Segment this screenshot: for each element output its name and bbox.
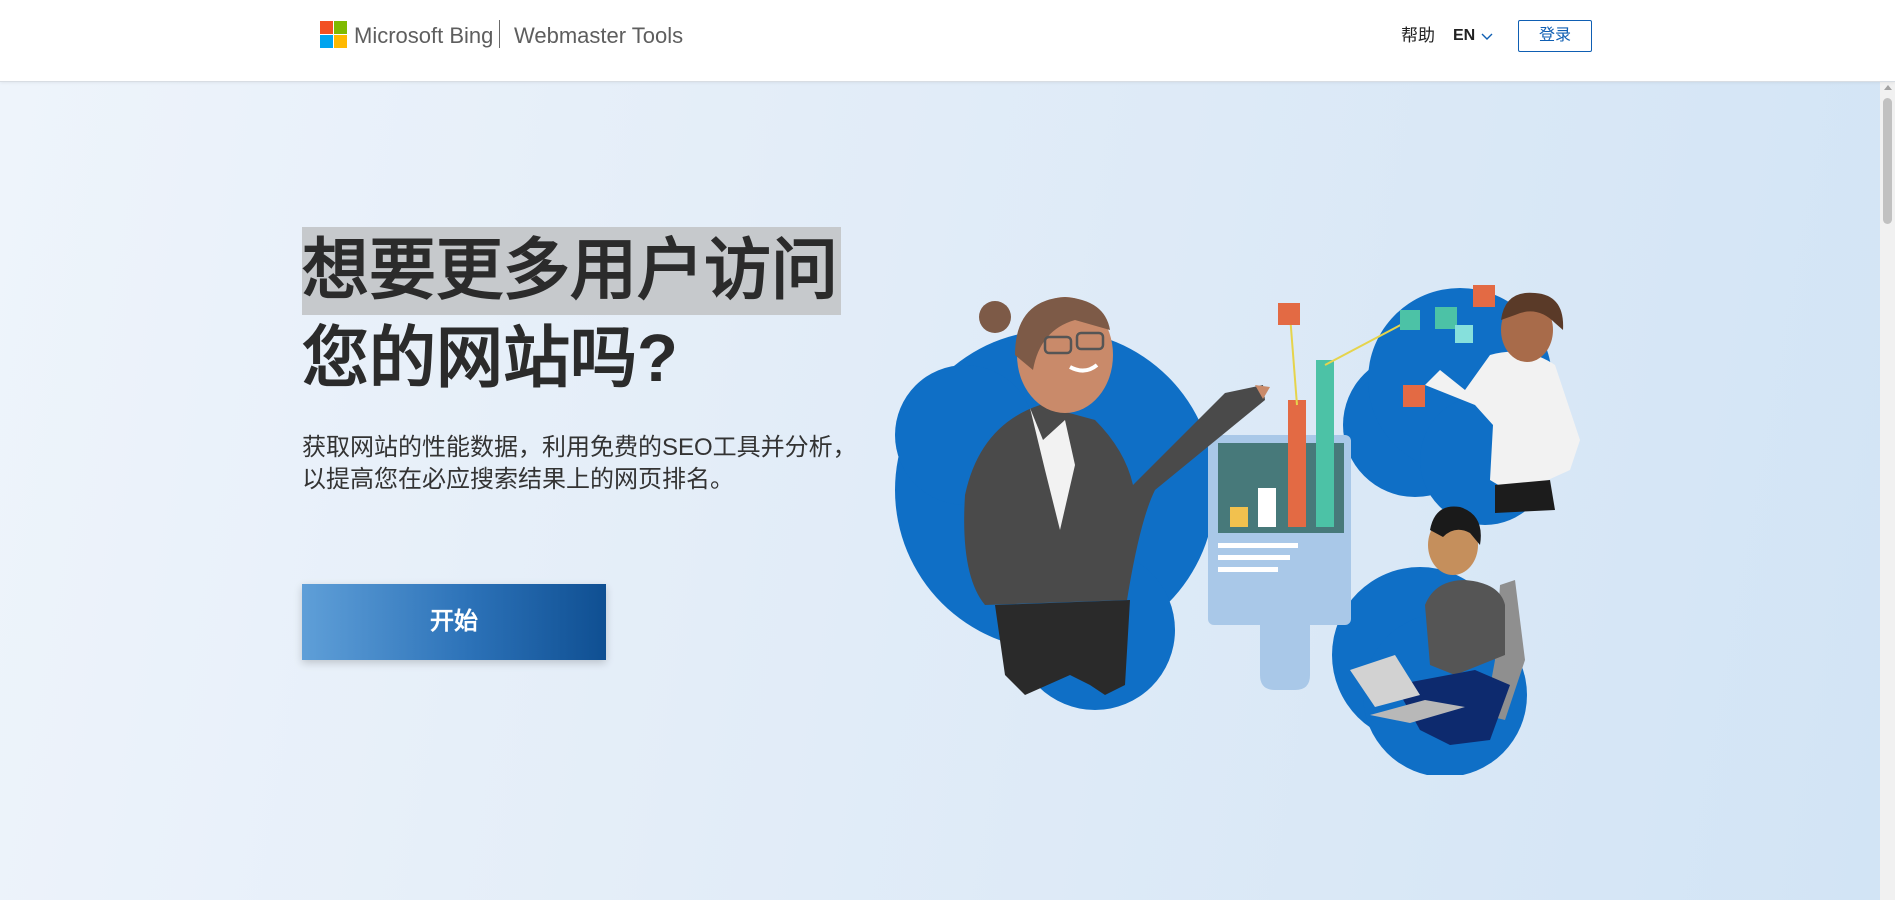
chevron-down-icon [1481,33,1493,40]
get-started-button[interactable]: 开始 [302,584,606,660]
scroll-up-icon[interactable] [1884,85,1892,90]
help-link[interactable]: 帮助 [1401,26,1435,46]
description-line-1: 获取网站的性能数据，利用免费的SEO工具并分析， [302,434,857,461]
hero-description: 获取网站的性能数据，利用免费的SEO工具并分析， 以提高您在必应搜索结果上的网页… [302,432,862,496]
product-name[interactable]: Webmaster Tools [514,23,683,49]
brand-name[interactable]: Microsoft Bing [354,23,493,49]
description-line-2: 以提高您在必应搜索结果上的网页排名。 [302,466,734,493]
language-selector[interactable]: EN [1453,26,1493,46]
language-label: EN [1453,27,1476,44]
microsoft-logo-icon[interactable] [320,21,347,48]
top-header: Microsoft Bing Webmaster Tools 帮助 EN 登录 [0,0,1895,82]
headline-line-1: 想要更多用户访问 [302,227,841,315]
page-scrollbar[interactable] [1880,82,1895,900]
scroll-thumb[interactable] [1883,98,1892,224]
analytics-team-illustration [895,285,1580,775]
hero-headline: 想要更多用户访问 您的网站吗? [302,227,841,403]
login-button[interactable]: 登录 [1518,20,1592,52]
brand-divider [499,20,500,48]
headline-line-2: 您的网站吗? [302,321,678,396]
